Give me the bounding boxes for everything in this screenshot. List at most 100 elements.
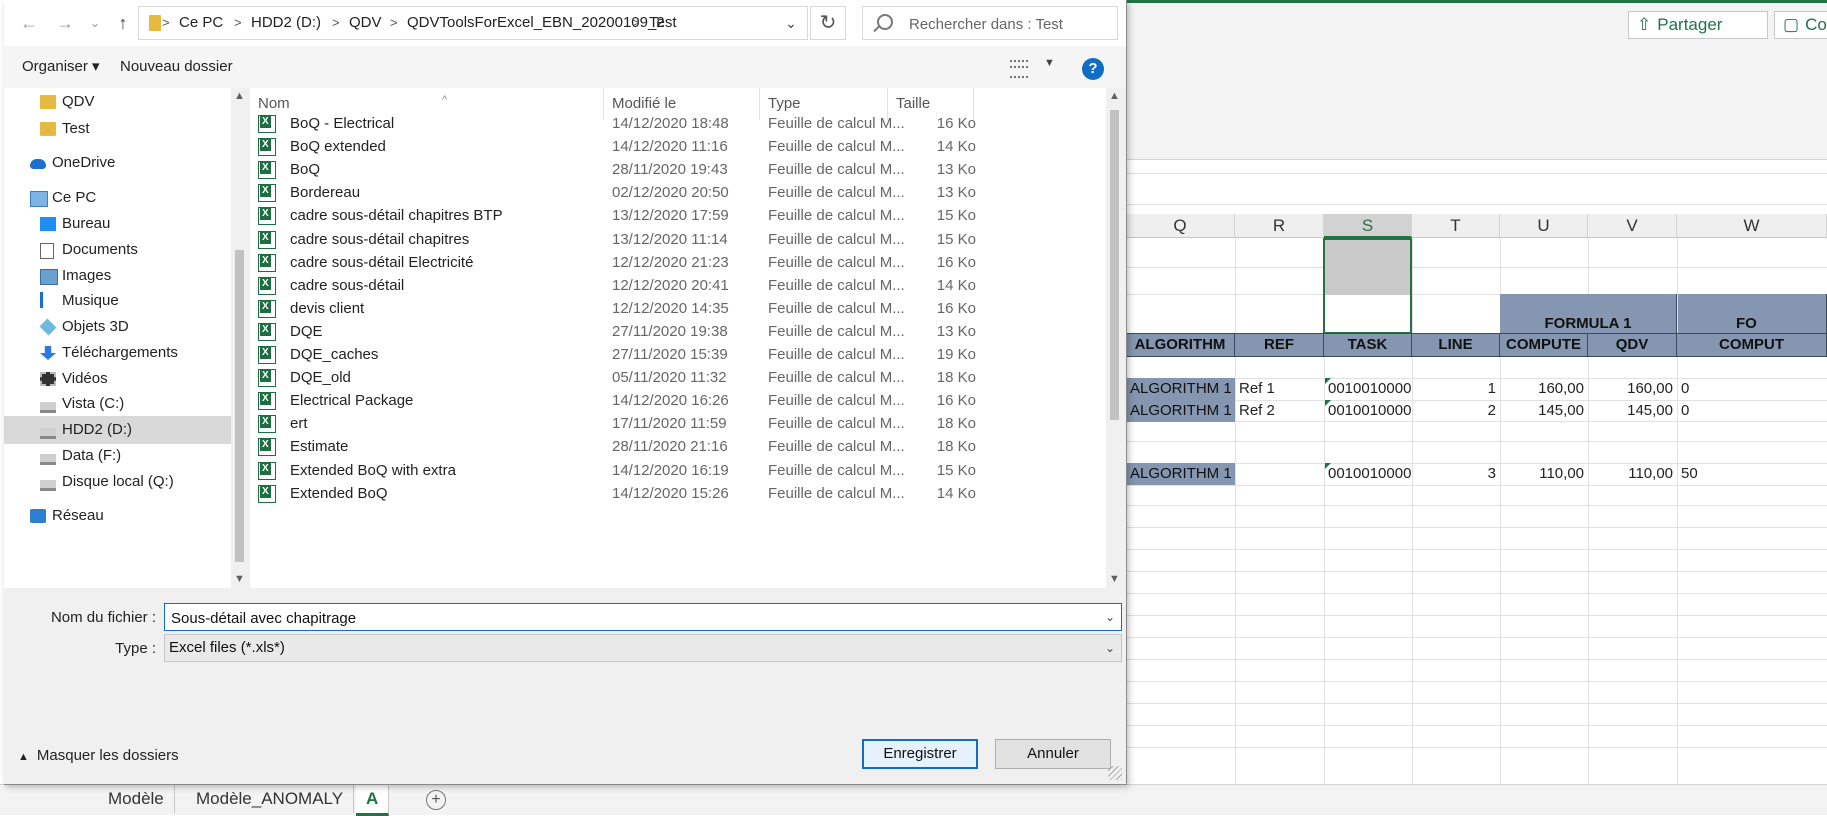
breadcrumb-item[interactable]: Test (649, 7, 677, 39)
file-scroll-thumb[interactable] (1110, 110, 1119, 420)
forward-button[interactable]: → (54, 12, 76, 34)
column-header[interactable]: R (1235, 214, 1324, 238)
nav-pane-scrollbar[interactable]: ▲ ▼ (231, 88, 248, 588)
hide-folders-toggle[interactable]: ▲ Masquer les dossiers (18, 744, 179, 768)
compute-cell[interactable]: 160,00 (1500, 378, 1588, 400)
table-header-cell[interactable]: TASK (1324, 334, 1412, 356)
column-header[interactable]: W (1677, 214, 1827, 238)
algorithm-cell[interactable]: ALGORITHM 1 (1126, 463, 1235, 485)
ref-cell[interactable]: Ref 2 (1235, 400, 1324, 422)
line-cell[interactable]: 1 (1412, 378, 1500, 400)
nav-item[interactable]: Téléchargements (4, 339, 232, 367)
breadcrumb-item[interactable]: Ce PC (179, 7, 223, 39)
search-box[interactable] (862, 6, 1118, 40)
algorithm-cell[interactable]: ALGORITHM 1 (1126, 400, 1235, 422)
file-list-scrollbar[interactable]: ▲ ▼ (1106, 88, 1123, 588)
search-input[interactable] (907, 11, 1111, 37)
task-cell[interactable]: 00100100000 (1324, 400, 1412, 422)
organize-button[interactable]: Organiser ▾ (22, 46, 100, 88)
nav-item-label: Vista (C:) (62, 395, 125, 412)
nav-item[interactable]: Réseau (4, 502, 232, 530)
task-cell[interactable]: 00100100000 (1324, 463, 1412, 485)
spreadsheet-grid[interactable]: Q R S T U V W FORMULA 1 FO ALGORITHM REF TASK LINE CO… (1126, 214, 1827, 784)
resize-grip-icon[interactable] (1108, 766, 1122, 780)
filename-input[interactable] (169, 606, 1093, 630)
address-bar[interactable]: > Ce PC > HDD2 (D:) > QDV > QDVToolsForExcel_EB… (138, 6, 808, 40)
line-cell[interactable]: 3 (1412, 463, 1500, 485)
folder-icon (40, 122, 56, 136)
file-row[interactable]: Extended BoQ 14/12/2020 15:26 Feuille de c… (250, 480, 1106, 507)
address-dropdown-icon[interactable]: ⌄ (775, 7, 807, 39)
w-cell[interactable]: 0 (1677, 378, 1827, 400)
nav-item[interactable]: Bureau (4, 210, 232, 238)
nav-item[interactable]: Ce PC (4, 184, 232, 212)
navigation-pane: QDV Test OneDrive Ce PC Bureau Documents Image… (4, 88, 248, 588)
nav-item[interactable]: Objets 3D (4, 313, 232, 341)
breadcrumb-item[interactable]: HDD2 (D:) (251, 7, 321, 39)
up-folder-button[interactable]: ↑ (112, 12, 134, 34)
sheet-tab[interactable]: Modèle_ANOMALY (186, 785, 355, 813)
table-header-cell[interactable]: REF (1235, 334, 1324, 356)
view-options-button[interactable]: ▼ (1008, 56, 1066, 78)
breadcrumb-item[interactable]: QDVToolsForExcel_EBN_20200109_2 (407, 7, 665, 39)
qdv-cell[interactable]: 110,00 (1588, 463, 1677, 485)
compute-cell[interactable]: 110,00 (1500, 463, 1588, 485)
nav-item[interactable]: Images (4, 262, 232, 290)
cancel-button[interactable]: Annuler (995, 739, 1111, 769)
table-header-cell[interactable]: ALGORITHM (1126, 334, 1235, 356)
table-header-cell[interactable]: COMPUTE (1500, 334, 1588, 356)
nav-item[interactable]: OneDrive (4, 149, 232, 177)
breadcrumb-item[interactable]: QDV (349, 7, 382, 39)
share-button[interactable]: ⇧ Partager (1628, 11, 1768, 39)
qdv-cell[interactable]: 160,00 (1588, 378, 1677, 400)
w-cell[interactable]: 0 (1677, 400, 1827, 422)
table-header-cell[interactable]: LINE (1412, 334, 1500, 356)
w-cell[interactable]: 50 (1677, 463, 1827, 485)
column-header[interactable]: U (1500, 214, 1588, 238)
compute-cell[interactable]: 145,00 (1500, 400, 1588, 422)
scroll-down-icon[interactable]: ▼ (1106, 571, 1123, 588)
sheet-tab[interactable]: A (356, 785, 390, 816)
nav-item-label: Images (62, 267, 112, 284)
nav-scroll-thumb[interactable] (235, 250, 244, 562)
nav-item[interactable]: Vidéos (4, 365, 232, 393)
nav-item[interactable]: QDV (4, 88, 232, 116)
save-button[interactable]: Enregistrer (862, 739, 978, 769)
line-cell[interactable]: 2 (1412, 400, 1500, 422)
nav-item[interactable]: Documents (4, 236, 232, 264)
nav-item[interactable]: Musique (4, 287, 232, 315)
nav-item[interactable]: HDD2 (D:) (4, 416, 232, 444)
nav-item[interactable]: Test (4, 115, 232, 143)
share-icon: ⇧ (1637, 15, 1652, 34)
scroll-up-icon[interactable]: ▲ (231, 88, 248, 105)
scroll-down-icon[interactable]: ▼ (231, 571, 248, 588)
nav-item[interactable]: Disque local (Q:) (4, 468, 232, 496)
nav-item[interactable]: Data (F:) (4, 442, 232, 470)
ref-cell[interactable]: Ref 1 (1235, 378, 1324, 400)
excel-file-icon (258, 115, 276, 133)
column-header[interactable]: V (1588, 214, 1677, 238)
sheet-tab[interactable]: Modèle (98, 785, 175, 813)
ref-cell[interactable] (1235, 463, 1324, 485)
new-folder-button[interactable]: Nouveau dossier (120, 46, 233, 88)
column-header[interactable]: S (1324, 214, 1412, 238)
refresh-button[interactable]: ↻ (810, 6, 846, 40)
file-type-select[interactable]: Excel files (*.xls*) ⌄ (164, 634, 1122, 662)
algorithm-cell[interactable]: ALGORITHM 1 (1126, 378, 1235, 400)
recent-locations-button[interactable]: ⌄ (84, 12, 106, 34)
chevron-down-icon[interactable]: ⌄ (1105, 604, 1115, 630)
help-button[interactable]: ? (1082, 58, 1104, 80)
column-header[interactable]: T (1412, 214, 1500, 238)
table-header-cell[interactable]: QDV (1588, 334, 1677, 356)
nav-item[interactable]: Vista (C:) (4, 390, 232, 418)
task-cell[interactable]: 00100100000 (1324, 378, 1412, 400)
add-sheet-button[interactable]: + (426, 790, 446, 810)
scroll-up-icon[interactable]: ▲ (1106, 88, 1123, 105)
table-header-cell[interactable]: COMPUT (1677, 334, 1827, 356)
filename-field[interactable]: ⌄ (164, 603, 1122, 631)
comments-button[interactable]: ▢ Comm (1774, 11, 1827, 39)
formula-bar[interactable] (1126, 173, 1827, 205)
qdv-cell[interactable]: 145,00 (1588, 400, 1677, 422)
back-button[interactable]: ← (18, 12, 40, 34)
column-header[interactable]: Q (1126, 214, 1235, 238)
